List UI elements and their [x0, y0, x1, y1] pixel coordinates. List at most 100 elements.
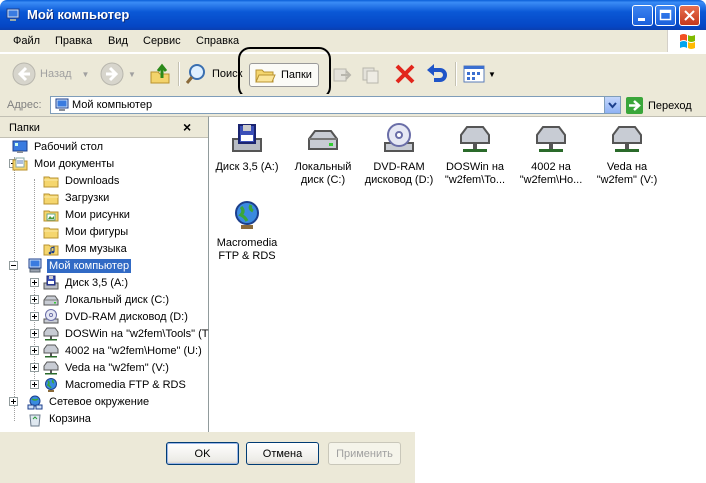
network-drive-icon	[43, 344, 59, 357]
close-icon	[684, 10, 695, 21]
background-area	[415, 432, 706, 483]
network-drive-icon	[43, 327, 59, 340]
minimize-icon	[638, 18, 645, 21]
pictures-folder-icon	[43, 207, 59, 223]
copy-to-button[interactable]	[360, 60, 382, 88]
undo-button[interactable]	[424, 60, 448, 88]
hard-drive-icon	[43, 292, 59, 308]
drive-item[interactable]: Диск 3,5 (A:)	[209, 123, 285, 174]
close-icon[interactable]: ×	[183, 119, 191, 135]
address-input[interactable]: Мой компьютер	[50, 96, 621, 114]
desktop-icon	[12, 139, 28, 155]
expand-icon[interactable]	[30, 312, 39, 321]
delete-button[interactable]	[393, 60, 417, 88]
tree-item[interactable]: Диск 3,5 (A:)	[43, 274, 130, 291]
my-documents-icon	[12, 156, 28, 172]
apply-button[interactable]: Применить	[328, 442, 401, 465]
tree-item[interactable]: 4002 на "w2fem\Home" (U:)	[43, 342, 204, 359]
tree-item[interactable]: Мои документы	[12, 155, 116, 172]
floppy-drive-icon	[43, 275, 59, 291]
toolbar-separator	[455, 62, 457, 86]
maximize-button[interactable]	[655, 5, 676, 26]
network-drive-icon	[535, 123, 567, 155]
tree-item[interactable]: Рабочий стол	[12, 138, 105, 155]
tree-item[interactable]: Macromedia FTP & RDS	[43, 376, 188, 393]
expand-icon[interactable]	[30, 295, 39, 304]
desktop-icon	[12, 140, 28, 153]
tree-item[interactable]: Корзина	[27, 410, 93, 427]
network-drive-icon	[536, 126, 566, 152]
folder-icon	[43, 193, 59, 204]
network-places-icon	[27, 394, 43, 410]
drive-item-label-line2: дисковод (D:)	[364, 174, 434, 186]
address-label: Адрес:	[7, 99, 42, 111]
expand-icon[interactable]	[30, 329, 39, 338]
address-dropdown-button[interactable]	[604, 97, 620, 113]
network-drive-icon	[43, 326, 59, 342]
expand-icon[interactable]	[30, 346, 39, 355]
drive-item[interactable]: Macromedia FTP & RDS	[209, 199, 285, 263]
menu-edit[interactable]: Правка	[55, 35, 92, 47]
forward-dropdown-icon: ▼	[128, 69, 136, 79]
cancel-button[interactable]: Отмена	[246, 442, 319, 465]
tree-item[interactable]: DVD-RAM дисковод (D:)	[43, 308, 190, 325]
tree-item[interactable]: Мой компьютер	[27, 257, 132, 274]
expand-icon[interactable]	[9, 397, 18, 406]
drive-item-label: Macromedia FTP & RDS	[209, 237, 285, 263]
pictures-folder-icon	[43, 210, 59, 221]
tree-item-label: Downloads	[65, 174, 120, 187]
drive-item[interactable]: Veda на "w2fem" (V:)	[589, 123, 665, 187]
dialog-footer: OK Отмена Применить	[0, 432, 416, 483]
tree-item[interactable]: Сетевое окружение	[27, 393, 151, 410]
undo-icon	[427, 64, 447, 82]
back-button[interactable]: Назад ▼	[12, 60, 89, 88]
music-folder-icon	[43, 241, 59, 257]
tree-item[interactable]: Моя музыка	[43, 240, 129, 257]
tree-item[interactable]: Мои фигуры	[43, 223, 130, 240]
ok-button[interactable]: OK	[166, 442, 239, 465]
drive-item-label-line1: Macromedia	[216, 237, 278, 249]
minimize-button[interactable]	[632, 5, 653, 26]
close-button[interactable]	[679, 5, 700, 26]
move-to-button[interactable]	[331, 60, 353, 88]
move-to-icon	[333, 68, 352, 82]
menu-file[interactable]: Файл	[13, 35, 40, 47]
drive-item[interactable]: DVD-RAM дисковод (D:)	[361, 123, 437, 187]
drive-item[interactable]: DOSWin на "w2fem\To...	[437, 123, 513, 187]
tree-item-label: Диск 3,5 (A:)	[65, 276, 129, 289]
views-button[interactable]: ▼	[462, 60, 496, 88]
folder-icon	[43, 224, 59, 240]
drive-item-label: Диск 3,5 (A:)	[209, 161, 285, 174]
menu-help[interactable]: Справка	[196, 35, 239, 47]
up-folder-button[interactable]	[148, 60, 172, 88]
expand-icon[interactable]	[30, 278, 39, 287]
expand-icon[interactable]	[30, 380, 39, 389]
computer-icon	[28, 258, 42, 272]
tree-item[interactable]: Downloads	[43, 172, 121, 189]
tree-item[interactable]: Загрузки	[43, 189, 111, 206]
collapse-icon[interactable]	[9, 261, 18, 270]
tree-item[interactable]: DOSWin на "w2fem\Tools" (T	[43, 325, 210, 342]
menu-bar: Файл Правка Вид Сервис Справка	[0, 30, 706, 53]
menu-view[interactable]: Вид	[108, 35, 128, 47]
go-button[interactable]: Переход	[626, 97, 692, 114]
my-documents-icon	[12, 157, 28, 170]
maximize-icon	[659, 9, 672, 21]
forward-button[interactable]: ▼	[100, 60, 136, 88]
network-drive-icon	[612, 126, 642, 152]
expand-icon[interactable]	[30, 363, 39, 372]
search-button[interactable]: Поиск	[184, 60, 242, 88]
drive-item-label-line1: DOSWin на	[445, 161, 505, 173]
drive-item[interactable]: Локальный диск (C:)	[285, 123, 361, 187]
tree-item-label: Моя музыка	[65, 242, 127, 255]
tree-item[interactable]: Локальный диск (C:)	[43, 291, 171, 308]
back-dropdown-icon: ▼	[81, 69, 90, 79]
drive-item-label: Локальный диск (C:)	[285, 161, 361, 187]
drive-item[interactable]: 4002 на "w2fem\Ho...	[513, 123, 589, 187]
computer-icon	[55, 98, 69, 111]
drive-item-label: DVD-RAM дисковод (D:)	[361, 161, 437, 187]
content-pane: Диск 3,5 (A:) Локальный диск (C:) DVD-RAM ди…	[209, 116, 706, 432]
menu-tools[interactable]: Сервис	[143, 35, 181, 47]
tree-item[interactable]: Veda на "w2fem" (V:)	[43, 359, 171, 376]
tree-item[interactable]: Мои рисунки	[43, 206, 132, 223]
